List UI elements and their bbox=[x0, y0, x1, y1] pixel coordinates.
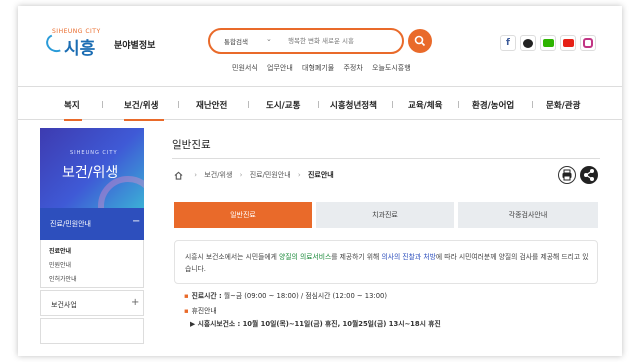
page-title: 일반진료 bbox=[172, 139, 211, 151]
tab-general-clinic[interactable]: 일반진료 bbox=[174, 202, 312, 228]
gnb-item[interactable]: 재난안전 bbox=[196, 99, 227, 111]
sidebar-item-label: 진료/민원안내 bbox=[50, 220, 91, 228]
sidebar-item-label: 보건사업 bbox=[51, 301, 77, 309]
site-section-title[interactable]: 분야별정보 bbox=[114, 38, 155, 51]
sidebar-item-clinic-guide[interactable]: 진료/민원안내 − bbox=[40, 208, 144, 240]
hours-value: 월~금 (09:00 ~ 18:00) / 점심시간 (12:00 ~ 13:0… bbox=[223, 292, 388, 300]
gnb-item[interactable]: 복지 bbox=[64, 99, 80, 111]
gnb-divider bbox=[102, 101, 103, 108]
gnb-divider bbox=[178, 101, 179, 108]
gnb-item[interactable]: 도시/교통 bbox=[266, 99, 300, 111]
breadcrumb: › 보건/위생 › 진료/민원안내 › 진료안내 bbox=[174, 170, 334, 182]
breadcrumb-separator: › bbox=[239, 171, 243, 179]
gnb-underline bbox=[64, 119, 82, 121]
plus-icon: + bbox=[131, 297, 140, 308]
print-button[interactable] bbox=[558, 166, 576, 184]
quick-link[interactable]: 대형폐기물 bbox=[302, 64, 334, 72]
breadcrumb-item[interactable]: 보건/위생 bbox=[204, 171, 232, 179]
content-tabs: 일반진료 치과진료 각종검사안내 bbox=[174, 202, 598, 228]
tab-test-guide[interactable]: 각종검사안내 bbox=[458, 202, 598, 228]
printer-icon bbox=[562, 169, 572, 181]
sidebar-submenu: 진료안내 민원안내 인허가안내 bbox=[40, 240, 144, 288]
sidebar-banner: SIHEUNG CITY 보건/위생 bbox=[40, 128, 144, 208]
gnb-divider bbox=[248, 101, 249, 108]
gnb-item[interactable]: 보건/위생 bbox=[124, 99, 158, 111]
search-input[interactable] bbox=[288, 34, 388, 48]
hours-label: 진료시간 : bbox=[191, 292, 222, 300]
tab-dental-clinic[interactable]: 치과진료 bbox=[316, 202, 454, 228]
quick-link[interactable]: 오늘도시흥행 bbox=[372, 64, 411, 72]
site-header: SIHEUNG CITY 시흥 분야별정보 통합검색 ⌄ 민원서식 업무안내 대… bbox=[18, 6, 622, 80]
gnb-item[interactable]: 환경/농어업 bbox=[472, 99, 514, 111]
instagram-icon[interactable] bbox=[580, 35, 596, 51]
banner-caption: SIHEUNG CITY bbox=[70, 150, 118, 156]
search-category-select[interactable]: 통합검색 bbox=[224, 36, 248, 46]
breadcrumb-separator: › bbox=[194, 171, 198, 179]
browser-page: SIHEUNG CITY 시흥 분야별정보 통합검색 ⌄ 민원서식 업무안내 대… bbox=[18, 6, 622, 356]
share-icon bbox=[584, 169, 594, 181]
bullet-icon: ▪ bbox=[184, 292, 189, 300]
highlight-text: 의사의 진찰과 처방 bbox=[381, 253, 436, 261]
gnb-item[interactable]: 교육/체육 bbox=[408, 99, 442, 111]
gnb-divider bbox=[458, 101, 459, 108]
logo-text: 시흥 bbox=[64, 39, 96, 59]
share-button[interactable] bbox=[580, 166, 598, 184]
intro-box: 시흥시 보건소에서는 시민들에게 양질의 의료서비스를 제공하기 위해 의사의 … bbox=[174, 240, 598, 284]
clinic-hours: ▪ 진료시간 : 월~금 (09:00 ~ 18:00) / 점심시간 (12:0… bbox=[184, 290, 387, 300]
submenu-item-clinic[interactable]: 진료안내 bbox=[49, 246, 71, 255]
banner-title: 보건/위생 bbox=[62, 165, 119, 181]
submenu-item-permit[interactable]: 인허가안내 bbox=[49, 274, 77, 283]
submenu-item-civil[interactable]: 민원안내 bbox=[49, 260, 71, 269]
sidebar-item-health-projects[interactable]: 보건사업 + bbox=[40, 290, 144, 316]
siheung-logo[interactable]: SIHEUNG CITY 시흥 bbox=[43, 28, 104, 59]
gnb-divider bbox=[392, 101, 393, 108]
gnb-item[interactable]: 문화/관광 bbox=[546, 99, 580, 111]
closed-detail: ▶ 시흥시보건소 : 10월 10일(목)~11일(금) 휴진, 10월25일(… bbox=[190, 320, 441, 328]
sidebar-item-next[interactable] bbox=[40, 318, 144, 344]
breadcrumb-current: 진료안내 bbox=[307, 171, 334, 179]
closed-notice: ▪ 휴진안내 bbox=[184, 305, 217, 315]
bullet-icon: ▪ bbox=[184, 307, 189, 315]
band-icon[interactable] bbox=[540, 35, 556, 51]
gnb-item[interactable]: 시흥청년정책 bbox=[330, 99, 377, 111]
closed-label: 휴진안내 bbox=[191, 307, 217, 315]
search-bar: 통합검색 ⌄ bbox=[208, 28, 404, 54]
search-icon bbox=[414, 35, 426, 47]
breadcrumb-separator: › bbox=[297, 171, 301, 179]
gnb-divider bbox=[318, 101, 319, 108]
home-icon[interactable] bbox=[174, 171, 183, 180]
quick-link[interactable]: 민원서식 bbox=[232, 64, 258, 72]
facebook-icon[interactable]: f bbox=[500, 35, 516, 51]
youtube-icon[interactable] bbox=[560, 35, 576, 51]
minus-icon: − bbox=[132, 216, 141, 227]
intro-text: 시흥시 보건소에서는 시민들에게 양질의 의료서비스를 제공하기 위해 의사의 … bbox=[185, 253, 589, 273]
title-divider bbox=[172, 158, 600, 159]
highlight-text: 양질의 의료서비스 bbox=[279, 253, 332, 261]
gnb-divider bbox=[532, 101, 533, 108]
quick-link[interactable]: 업무안내 bbox=[267, 64, 293, 72]
search-button[interactable] bbox=[408, 29, 432, 53]
main-navigation: 복지 보건/위생 재난안전 도시/교통 시흥청년정책 교육/체육 환경/농어업 … bbox=[18, 86, 622, 121]
gnb-underline bbox=[124, 119, 164, 121]
chevron-down-icon[interactable]: ⌄ bbox=[266, 35, 272, 43]
breadcrumb-item[interactable]: 진료/민원안내 bbox=[250, 171, 291, 179]
kakaotalk-icon[interactable] bbox=[520, 35, 536, 51]
quick-link[interactable]: 주정차 bbox=[343, 64, 362, 72]
quick-links: 민원서식 업무안내 대형폐기물 주정차 오늘도시흥행 bbox=[232, 63, 418, 73]
